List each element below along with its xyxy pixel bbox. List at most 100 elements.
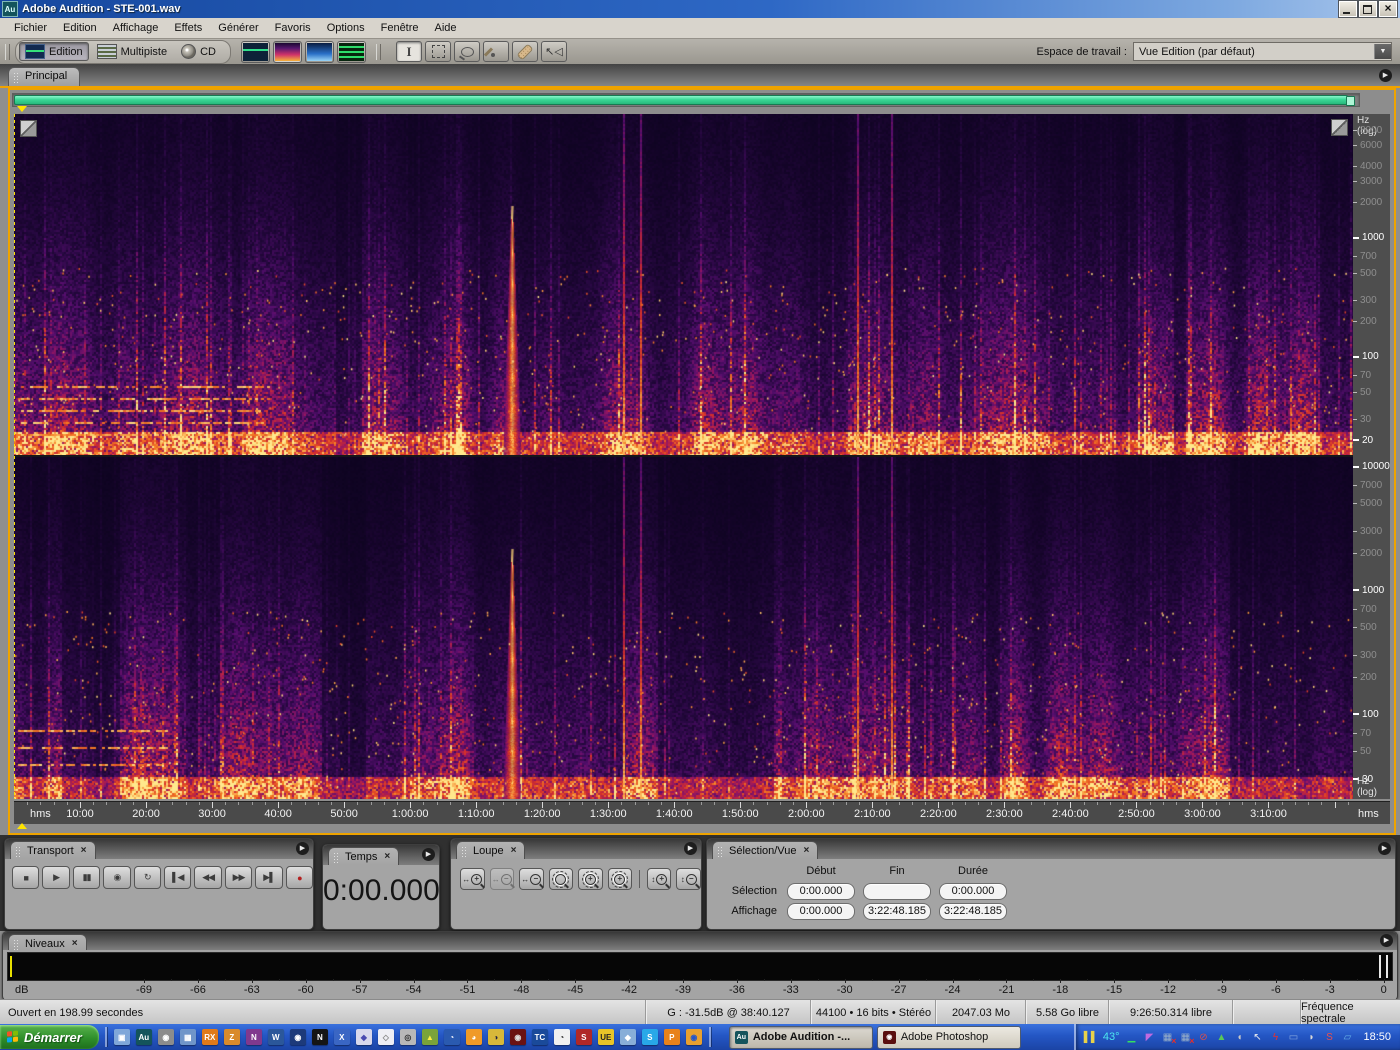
word-icon[interactable]: W: [267, 1029, 284, 1045]
close-icon[interactable]: ×: [81, 845, 87, 857]
menu-edition[interactable]: Edition: [55, 20, 105, 36]
sbp-icon[interactable]: S: [575, 1029, 592, 1045]
playhead-marker-bottom[interactable]: [17, 823, 27, 829]
corner-resize-icon-left[interactable]: [20, 120, 37, 137]
ultraedit-icon[interactable]: UE: [597, 1029, 614, 1045]
clock-app-icon[interactable]: ◔: [553, 1029, 570, 1045]
quicktime-icon[interactable]: ◆: [619, 1029, 636, 1045]
panel-menu-icon[interactable]: ▶: [684, 842, 697, 855]
browser-icon[interactable]: ◉: [289, 1029, 306, 1045]
menu-options[interactable]: Options: [319, 20, 373, 36]
time-tab[interactable]: Temps ×: [328, 847, 400, 865]
play-spooled-button[interactable]: ◉: [103, 866, 131, 889]
pause-button[interactable]: ▮▮: [72, 866, 101, 889]
scrollbar-end-cap[interactable]: [1346, 96, 1355, 106]
status-dash-icon[interactable]: ▁: [1124, 1030, 1138, 1045]
pointer-settings-icon[interactable]: ↖: [1250, 1030, 1264, 1045]
menu-aide[interactable]: Aide: [427, 20, 465, 36]
display-settings-icon[interactable]: ▭: [1286, 1030, 1300, 1045]
fast-forward-button[interactable]: ▶▶: [224, 866, 253, 889]
restore-button[interactable]: [1358, 0, 1378, 18]
total-commander-icon[interactable]: TC: [531, 1029, 548, 1045]
transport-tab[interactable]: Transport ×: [10, 841, 96, 859]
timeline-scrollbar-track[interactable]: [12, 93, 1360, 107]
levels-tab[interactable]: Niveaux ×: [8, 934, 87, 950]
network-offline-icon-2[interactable]: ▦ ×: [1178, 1030, 1195, 1046]
affichage-duree-field[interactable]: 3:22:48.185: [939, 902, 1007, 920]
minimize-button[interactable]: [1338, 0, 1358, 18]
corner-resize-icon-right[interactable]: [1331, 119, 1348, 136]
waveform-view-button[interactable]: [241, 40, 270, 63]
panel-menu-icon[interactable]: ▶: [1380, 934, 1393, 947]
start-button[interactable]: Démarrer: [0, 1025, 99, 1049]
panel-menu-icon[interactable]: ▶: [1378, 842, 1391, 855]
cd-mode-button[interactable]: CD: [175, 42, 222, 61]
multipiste-mode-button[interactable]: Multipiste: [91, 42, 173, 61]
volume-pause-icon[interactable]: ▌▌: [1084, 1030, 1098, 1045]
zoom-out-horizontal-button[interactable]: ↔ −: [489, 868, 515, 890]
edition-mode-button[interactable]: Edition: [19, 42, 89, 61]
spectral-view-button[interactable]: [273, 40, 302, 63]
menu-generer[interactable]: Générer: [210, 20, 266, 36]
calculator-icon[interactable]: ▦: [179, 1029, 196, 1045]
camera-app-icon[interactable]: ◎: [399, 1029, 416, 1045]
level-meter[interactable]: [7, 952, 1393, 981]
time-ruler[interactable]: hms hms 10:00 20:00 30:00 40:00 50:00 1:00:00 1:…: [14, 801, 1390, 824]
zoom-in-horizontal-button[interactable]: ↔ +: [460, 868, 485, 890]
player-classic-icon[interactable]: ◉: [157, 1029, 174, 1045]
archiver-icon[interactable]: ▲: [421, 1029, 438, 1045]
globe-app-icon[interactable]: ◔: [443, 1029, 460, 1045]
zoom-in-selection-left-button[interactable]: +: [578, 868, 603, 890]
tab-principal[interactable]: Principal: [8, 67, 81, 88]
marquee-selection-tool-button[interactable]: [425, 41, 451, 62]
sparkle-app-icon[interactable]: ◆: [355, 1029, 372, 1045]
menu-fenetre[interactable]: Fenêtre: [373, 20, 427, 36]
zoom-in-vertical-button[interactable]: ↕ +: [646, 868, 672, 890]
task-button-adobe-photoshop[interactable]: ◉ Adobe Photoshop: [876, 1025, 1021, 1049]
folder-sync-icon[interactable]: ▱: [1340, 1030, 1354, 1045]
flag-icon[interactable]: ◤: [1142, 1030, 1156, 1045]
loop-play-button[interactable]: ↻: [133, 866, 162, 889]
pdf-icon[interactable]: P: [663, 1029, 680, 1045]
selection-debut-field[interactable]: 0:00.000: [787, 882, 855, 900]
workspace-select[interactable]: Vue Edition (par défaut) ▼: [1133, 42, 1392, 61]
menu-fichier[interactable]: Fichier: [6, 20, 55, 36]
network-offline-icon[interactable]: ▦ ×: [1160, 1030, 1177, 1046]
close-icon[interactable]: ×: [72, 938, 78, 950]
panel-menu-icon[interactable]: ▶: [296, 842, 309, 855]
eject-icon[interactable]: ▲: [1214, 1030, 1228, 1045]
rewind-button[interactable]: ◀◀: [194, 866, 222, 889]
close-icon[interactable]: ×: [803, 845, 809, 857]
task-button-adobe-audition-[interactable]: Au Adobe Audition -...: [728, 1025, 873, 1049]
effects-paintbrush-tool-button[interactable]: [483, 41, 509, 62]
photoshop-eye-icon[interactable]: ◉: [509, 1029, 526, 1045]
zoom-out-vertical-button[interactable]: ↕ −: [676, 868, 701, 890]
spectrogram-left-channel[interactable]: [14, 114, 1353, 455]
zoom-to-selection-button[interactable]: [548, 868, 574, 890]
affichage-fin-field[interactable]: 3:22:48.185: [863, 902, 931, 920]
scanner-icon[interactable]: ◖: [1232, 1030, 1246, 1045]
go-to-end-button[interactable]: ▶▌: [255, 866, 283, 889]
onenote-icon[interactable]: N: [245, 1029, 262, 1045]
spectral-pan-view-button[interactable]: [305, 40, 334, 63]
spot-healing-tool-button[interactable]: [512, 41, 538, 62]
moon-app-icon[interactable]: ◑: [487, 1029, 504, 1045]
rx-icon[interactable]: RX: [201, 1029, 218, 1045]
stop-button[interactable]: ■: [12, 866, 40, 889]
zoom-out-full-button[interactable]: ↔ −: [519, 868, 544, 890]
lasso-selection-tool-button[interactable]: [454, 41, 480, 62]
capture-tool-icon[interactable]: X: [333, 1029, 350, 1045]
selection-duree-field[interactable]: 0:00.000: [939, 882, 1007, 900]
close-icon[interactable]: ×: [384, 851, 390, 863]
power-surge-icon[interactable]: ϟ: [1268, 1030, 1282, 1045]
spectrogram-right-channel[interactable]: [14, 457, 1353, 799]
zoom-tab[interactable]: Loupe ×: [456, 841, 526, 859]
diamond-app-icon[interactable]: ◇: [377, 1029, 394, 1045]
close-icon[interactable]: ×: [511, 845, 517, 857]
firefox-icon[interactable]: ◕: [465, 1029, 482, 1045]
zend-icon[interactable]: Z: [223, 1029, 240, 1045]
show-desktop-icon[interactable]: ▣: [113, 1029, 130, 1045]
scrub-tool-button[interactable]: ↖◁: [541, 41, 567, 62]
go-to-start-button[interactable]: ▌◀: [164, 866, 192, 889]
close-button[interactable]: [1378, 0, 1398, 18]
